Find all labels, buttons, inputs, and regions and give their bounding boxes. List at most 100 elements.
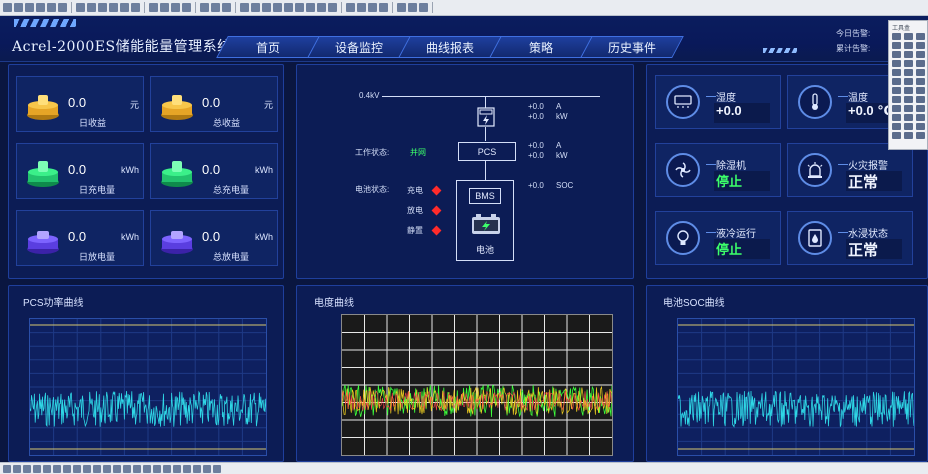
palette-tool-button[interactable]: [892, 87, 901, 94]
palette-tool-button[interactable]: [892, 105, 901, 112]
palette-tool-button[interactable]: [916, 105, 925, 112]
toolbar-button[interactable]: [317, 3, 326, 12]
battery-cabinet[interactable]: BMS 电池: [456, 180, 514, 261]
pcs-box[interactable]: PCS: [458, 142, 516, 161]
palette-tool-button[interactable]: [916, 33, 925, 40]
tab-curve-report[interactable]: 曲线报表: [404, 36, 496, 58]
status-toolbar-button[interactable]: [203, 464, 211, 473]
toolbar-button[interactable]: [58, 3, 67, 12]
toolbar-button[interactable]: [240, 3, 249, 12]
palette-tool-button[interactable]: [904, 78, 913, 85]
palette-tool-button[interactable]: [904, 96, 913, 103]
toolbar-button[interactable]: [328, 3, 337, 12]
palette-tool-button[interactable]: [916, 96, 925, 103]
tab-strategy[interactable]: 策略: [495, 36, 587, 58]
palette-tool-button[interactable]: [916, 69, 925, 76]
palette-tool-button[interactable]: [904, 42, 913, 49]
palette-tool-button[interactable]: [904, 51, 913, 58]
toolbar-button[interactable]: [36, 3, 45, 12]
status-toolbar-button[interactable]: [103, 464, 111, 473]
status-toolbar-button[interactable]: [73, 464, 81, 473]
toolbar-button[interactable]: [171, 3, 180, 12]
palette-tool-button[interactable]: [892, 132, 901, 139]
toolbar-button[interactable]: [222, 3, 231, 12]
tab-home[interactable]: 首页: [222, 36, 314, 58]
palette-tool-button[interactable]: [892, 96, 901, 103]
status-toolbar-button[interactable]: [3, 464, 11, 473]
status-toolbar-button[interactable]: [183, 464, 191, 473]
toolbar-button[interactable]: [251, 3, 260, 12]
toolbar-button[interactable]: [273, 3, 282, 12]
status-toolbar-button[interactable]: [83, 464, 91, 473]
toolbar-button[interactable]: [397, 3, 406, 12]
palette-tool-button[interactable]: [916, 60, 925, 67]
status-toolbar-button[interactable]: [123, 464, 131, 473]
status-toolbar-button[interactable]: [153, 464, 161, 473]
toolbar-button[interactable]: [14, 3, 23, 12]
palette-tool-button[interactable]: [916, 123, 925, 130]
toolbar-button[interactable]: [284, 3, 293, 12]
status-toolbar-button[interactable]: [213, 464, 221, 473]
palette-tool-button[interactable]: [892, 33, 901, 40]
palette-tool-button[interactable]: [904, 114, 913, 121]
status-toolbar-button[interactable]: [13, 464, 21, 473]
palette-tool-button[interactable]: [904, 132, 913, 139]
status-toolbar-button[interactable]: [143, 464, 151, 473]
tab-history-events[interactable]: 历史事件: [586, 36, 678, 58]
palette-tool-button[interactable]: [916, 87, 925, 94]
status-toolbar-button[interactable]: [113, 464, 121, 473]
palette-tool-button[interactable]: [916, 51, 925, 58]
palette-tool-button[interactable]: [892, 78, 901, 85]
palette-tool-button[interactable]: [904, 60, 913, 67]
status-toolbar-button[interactable]: [163, 464, 171, 473]
toolbar-button[interactable]: [120, 3, 129, 12]
palette-tool-button[interactable]: [904, 105, 913, 112]
toolbar-button[interactable]: [262, 3, 271, 12]
toolbar-button[interactable]: [211, 3, 220, 12]
toolbar-button[interactable]: [131, 3, 140, 12]
toolbar-button[interactable]: [76, 3, 85, 12]
toolbar-button[interactable]: [408, 3, 417, 12]
toolbar-button[interactable]: [47, 3, 56, 12]
status-toolbar-button[interactable]: [23, 464, 31, 473]
palette-tool-button[interactable]: [916, 114, 925, 121]
toolbar-button[interactable]: [149, 3, 158, 12]
palette-tool-button[interactable]: [904, 69, 913, 76]
toolbar-button[interactable]: [357, 3, 366, 12]
toolbar-button[interactable]: [346, 3, 355, 12]
tab-device-monitor[interactable]: 设备监控: [313, 36, 405, 58]
palette-tool-button[interactable]: [892, 51, 901, 58]
status-toolbar-button[interactable]: [173, 464, 181, 473]
toolbar-button[interactable]: [306, 3, 315, 12]
toolbar-button[interactable]: [379, 3, 388, 12]
palette-tool-button[interactable]: [916, 132, 925, 139]
toolbar-button[interactable]: [200, 3, 209, 12]
palette-tool-button[interactable]: [892, 69, 901, 76]
toolbar-button[interactable]: [419, 3, 428, 12]
status-toolbar-button[interactable]: [63, 464, 71, 473]
palette-tool-button[interactable]: [892, 123, 901, 130]
palette-tool-button[interactable]: [904, 33, 913, 40]
toolbar-button[interactable]: [160, 3, 169, 12]
status-toolbar-button[interactable]: [53, 464, 61, 473]
palette-tool-button[interactable]: [904, 123, 913, 130]
palette-tool-button[interactable]: [916, 78, 925, 85]
status-toolbar-button[interactable]: [33, 464, 41, 473]
toolbar-button[interactable]: [368, 3, 377, 12]
toolbar-button[interactable]: [87, 3, 96, 12]
status-toolbar-button[interactable]: [133, 464, 141, 473]
palette-tool-button[interactable]: [892, 42, 901, 49]
toolbar-button[interactable]: [98, 3, 107, 12]
toolbar-button[interactable]: [25, 3, 34, 12]
palette-tool-button[interactable]: [904, 87, 913, 94]
palette-tool-button[interactable]: [916, 42, 925, 49]
toolbar-button[interactable]: [3, 3, 12, 12]
status-toolbar-button[interactable]: [93, 464, 101, 473]
status-toolbar-button[interactable]: [193, 464, 201, 473]
toolbar-button[interactable]: [295, 3, 304, 12]
palette-tool-button[interactable]: [892, 114, 901, 121]
toolbar-button[interactable]: [109, 3, 118, 12]
palette-tool-button[interactable]: [892, 60, 901, 67]
toolbar-button[interactable]: [182, 3, 191, 12]
status-toolbar-button[interactable]: [43, 464, 51, 473]
